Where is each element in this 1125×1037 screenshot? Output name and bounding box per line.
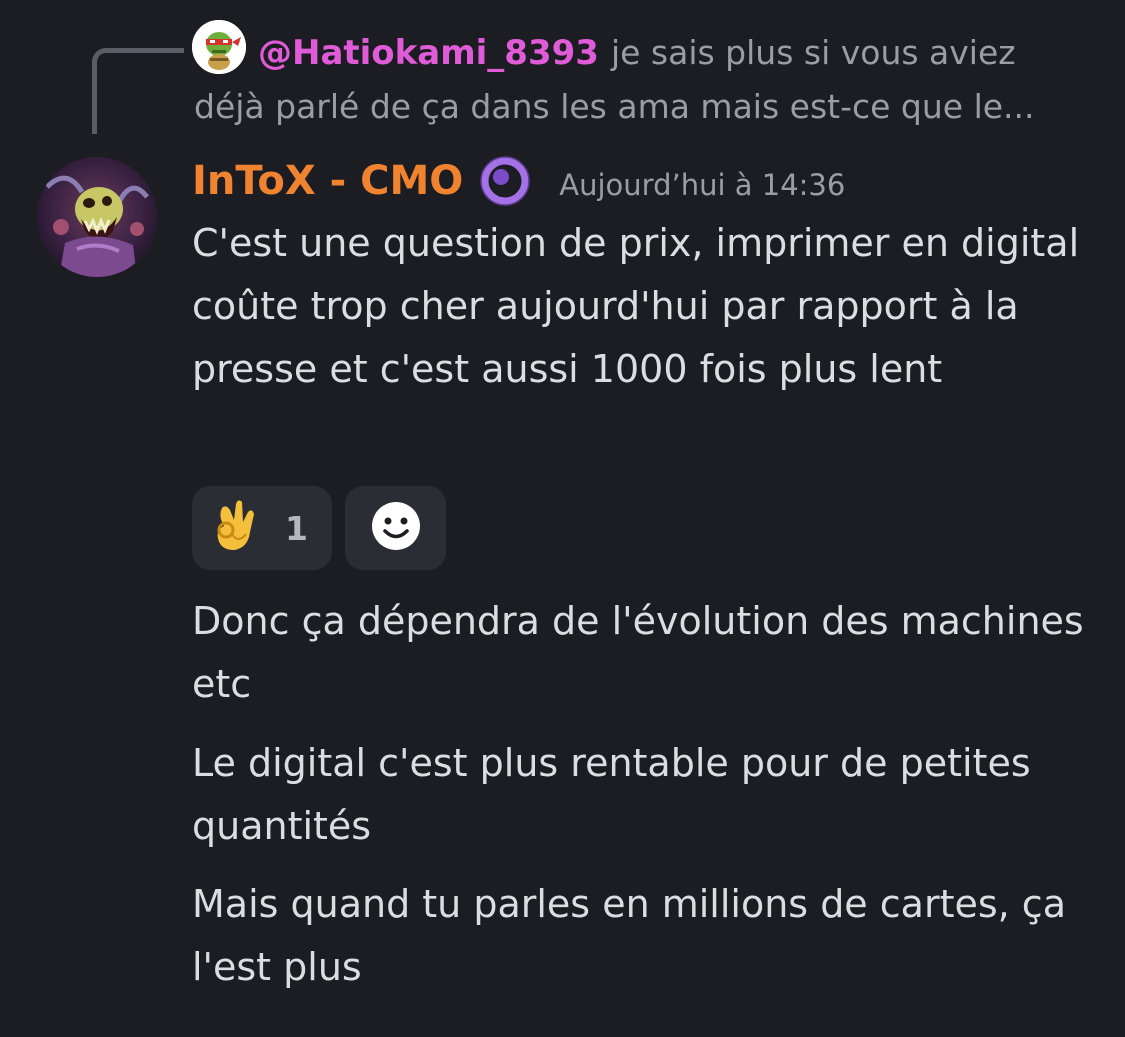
reply-preview[interactable]: @Hatiokami_8393 je sais plus si vous avie…	[194, 26, 1094, 134]
add-reaction-button[interactable]	[345, 486, 446, 570]
message-text: Le digital c'est plus rentable pour de p…	[192, 741, 1031, 848]
author-name[interactable]: InToX - CMO	[192, 158, 463, 204]
reply-connector-line	[92, 48, 184, 134]
reaction-bar: 1	[192, 486, 446, 570]
chat-message-view: @Hatiokami_8393 je sais plus si vous avie…	[0, 0, 1125, 1037]
add-reaction-smiley-icon	[370, 500, 422, 556]
ok-hand-emoji-icon	[210, 498, 260, 558]
reaction-ok-hand[interactable]: 1	[192, 486, 332, 570]
reaction-count: 1	[285, 508, 308, 548]
purple-ring-role-icon[interactable]	[479, 155, 531, 207]
message-text: Donc ça dépendra de l'évolution des mach…	[192, 599, 1084, 706]
message-text: C'est une question de prix, imprimer en …	[192, 221, 1080, 391]
message-header: InToX - CMO Aujourd’hui à 14:36	[192, 150, 845, 212]
message-text: Mais quand tu parles en millions de cart…	[192, 882, 1066, 989]
message-timestamp: Aujourd’hui à 14:36	[559, 168, 846, 202]
reply-mention[interactable]: @Hatiokami_8393	[258, 33, 599, 73]
monster-avatar-icon[interactable]	[37, 157, 157, 277]
